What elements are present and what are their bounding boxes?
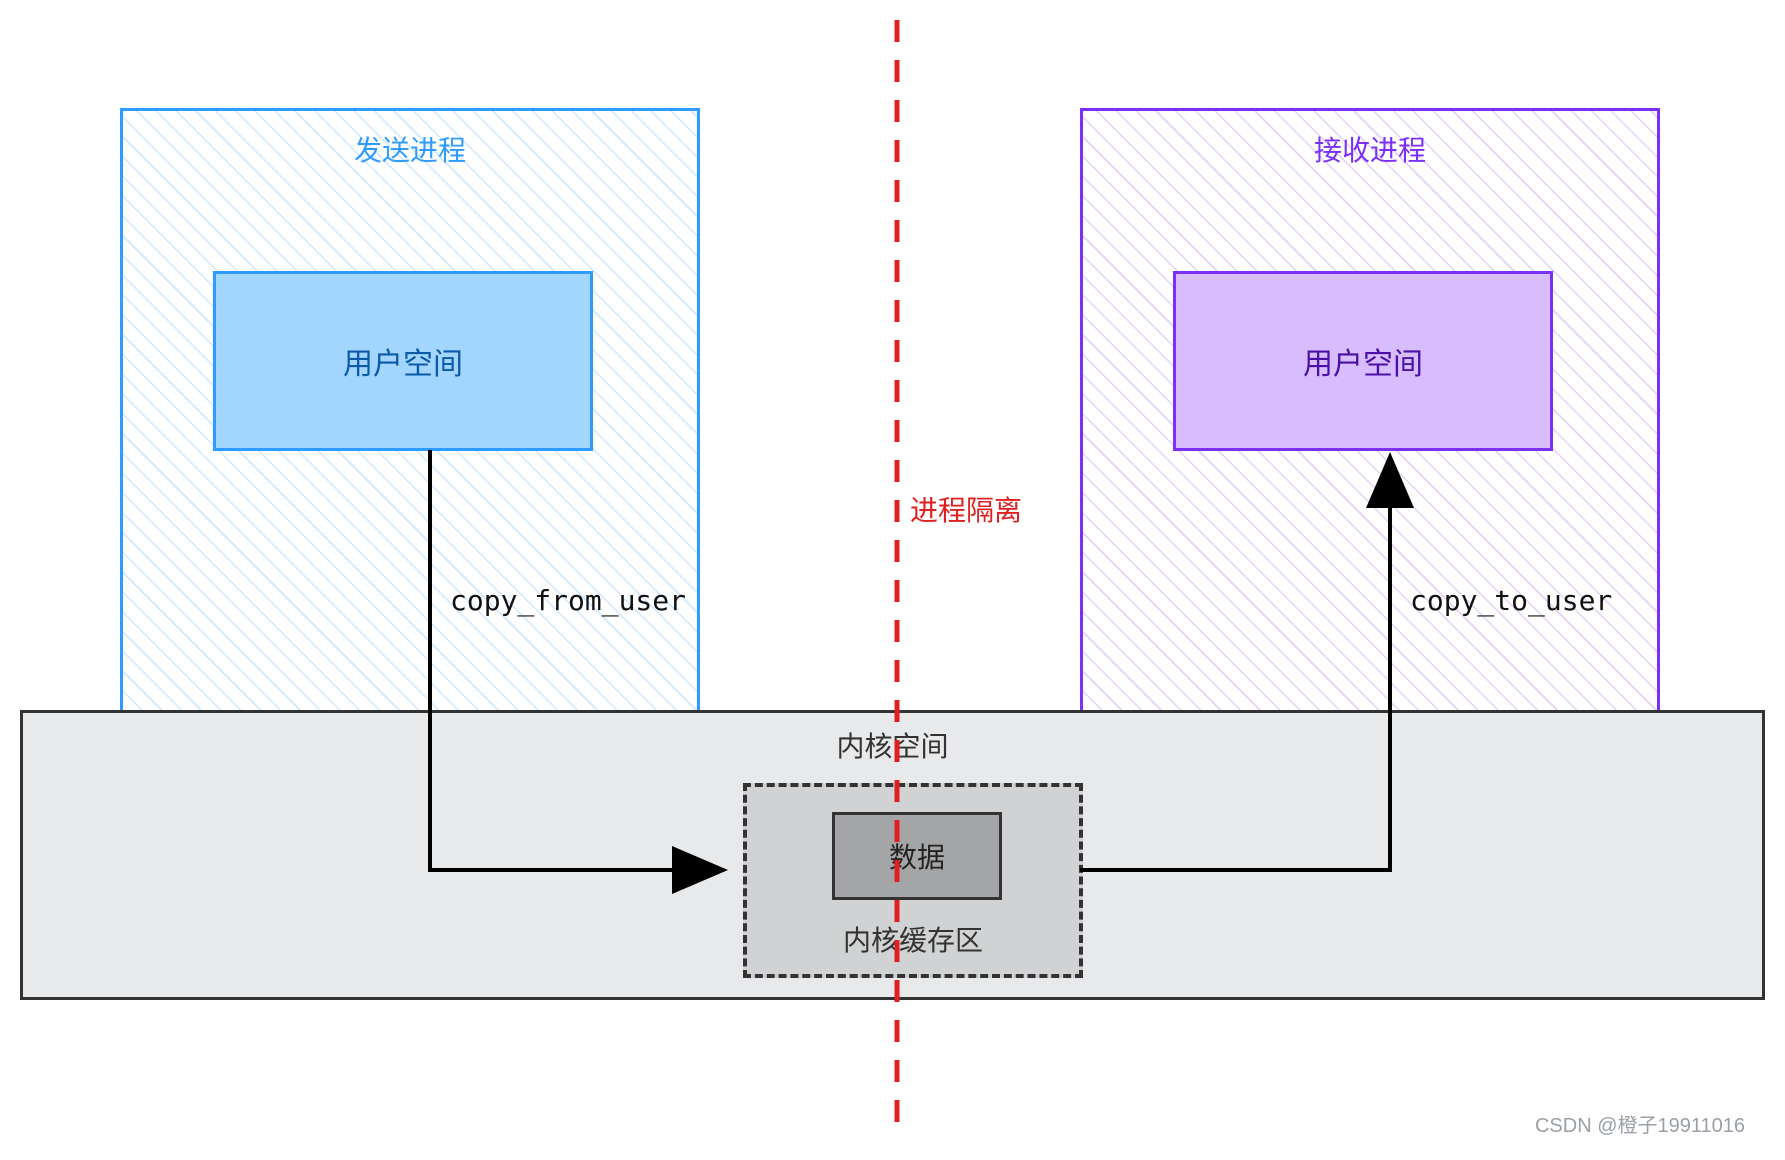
sender-title: 发送进程 (123, 129, 697, 169)
sender-user-space: 用户空间 (213, 271, 593, 451)
receiver-user-space: 用户空间 (1173, 271, 1553, 451)
kernel-buffer-box: 数据 内核缓存区 (743, 783, 1083, 978)
kernel-title: 内核空间 (23, 725, 1762, 765)
process-isolation-label: 进程隔离 (910, 495, 1022, 526)
kernel-buffer-label: 内核缓存区 (747, 919, 1079, 959)
kernel-space-box: 内核空间 数据 内核缓存区 (20, 710, 1765, 1000)
data-box: 数据 (832, 812, 1002, 900)
sender-user-space-label: 用户空间 (343, 339, 463, 383)
receiver-user-space-label: 用户空间 (1303, 339, 1423, 383)
receiver-title: 接收进程 (1083, 129, 1657, 169)
diagram-root: 发送进程 用户空间 接收进程 用户空间 内核空间 数据 内核缓存区 进程隔离 (0, 0, 1785, 1160)
watermark: CSDN @橙子19911016 (1535, 1109, 1745, 1138)
data-label: 数据 (889, 836, 945, 876)
